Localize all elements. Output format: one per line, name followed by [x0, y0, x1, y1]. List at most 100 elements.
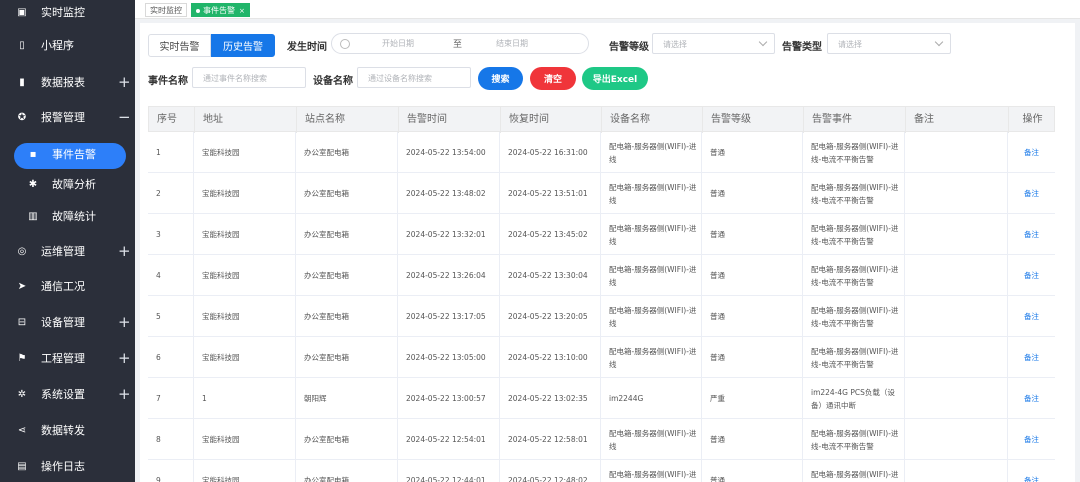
note-link[interactable]: 备注 — [1024, 269, 1039, 282]
sidebar-item-label: 设备管理 — [41, 316, 85, 329]
export-excel-button[interactable]: 导出Excel — [582, 67, 648, 90]
cell-device: 配电箱-服务器侧(WIFI)-进线 — [609, 264, 697, 287]
cell-event: 配电箱-服务器侧(WIFI)-进线-电流不平衡告警 — [811, 264, 899, 287]
sidebar-item-4[interactable]: ▪ 事件告警 — [0, 139, 135, 169]
note-link[interactable]: 备注 — [1024, 351, 1039, 364]
cell-device: 配电箱-服务器侧(WIFI)-进线 — [609, 141, 697, 164]
cell-addr: 宝能科技园 — [202, 148, 240, 157]
sidebar-item-label: 操作日志 — [41, 460, 85, 473]
sidebar-item-8[interactable]: ➤ 通信工况 — [0, 271, 135, 301]
note-link[interactable]: 备注 — [1024, 310, 1039, 323]
cell-site: 办公室配电箱 — [304, 148, 349, 157]
event-name-placeholder: 通过事件名称搜索 — [203, 74, 267, 83]
gear-icon: ✲ — [17, 388, 27, 400]
main-panel: 实时告警 历史告警 发生时间 开始日期 至 结束日期 告警等级 请选择 告警类型… — [140, 23, 1075, 482]
note-link[interactable]: 备注 — [1024, 474, 1039, 482]
table-cell: 办公室配电箱 — [296, 255, 398, 296]
table-row: 3 宝能科技园 办公室配电箱 2024-05-22 13:32:01 2024-05-2… — [148, 214, 1055, 255]
device-icon: ⊟ — [17, 316, 27, 328]
table-cell: 配电箱-服务器侧(WIFI)-进线-电流不平衡告警 — [803, 296, 905, 337]
close-icon[interactable]: × — [239, 7, 245, 15]
table-cell: 2024-05-22 12:44:01 — [398, 460, 500, 482]
table-cell: 宝能科技园 — [194, 132, 296, 173]
end-date-input[interactable]: 结束日期 — [496, 38, 528, 49]
realtime-alarm-tab[interactable]: 实时告警 — [148, 34, 211, 57]
cell-recover: 2024-05-22 12:48:02 — [508, 476, 588, 482]
table-cell: 备注 — [1008, 255, 1055, 296]
table-cell: 2024-05-22 13:17:05 — [398, 296, 500, 337]
sidebar-item-label: 小程序 — [41, 39, 74, 52]
table-cell: 办公室配电箱 — [296, 173, 398, 214]
sidebar-item-2[interactable]: ▮ 数据报表 + — [0, 67, 135, 97]
search-button[interactable]: 搜索 — [478, 67, 523, 90]
report-icon: ▮ — [19, 76, 25, 88]
sidebar-item-6[interactable]: ▥ 故障统计 — [0, 201, 135, 231]
history-alarm-tab[interactable]: 历史告警 — [211, 34, 275, 57]
note-link[interactable]: 备注 — [1024, 146, 1039, 159]
date-range-picker[interactable]: 开始日期 至 结束日期 — [331, 33, 589, 54]
sidebar-item-7[interactable]: ◎ 运维管理 + — [0, 236, 135, 266]
table-cell: im2244G — [601, 378, 702, 419]
table-cell — [905, 214, 1008, 255]
type-select[interactable]: 请选择 — [827, 33, 951, 54]
sidebar-item-12[interactable]: ⋖ 数据转发 — [0, 415, 135, 445]
expand-icon[interactable]: + — [118, 350, 131, 366]
expand-icon[interactable]: + — [118, 314, 131, 330]
sidebar-item-1[interactable]: ▯ 小程序 — [0, 30, 135, 60]
table-cell: 配电箱-服务器侧(WIFI)-进线 — [601, 296, 702, 337]
type-placeholder: 请选择 — [838, 40, 862, 49]
cell-alarm: 2024-05-22 13:17:05 — [406, 312, 486, 321]
cell-site: 办公室配电箱 — [304, 312, 349, 321]
sidebar-item-5[interactable]: ✱ 故障分析 — [0, 169, 135, 199]
table-cell: 2024-05-22 12:58:01 — [500, 419, 601, 460]
note-link[interactable]: 备注 — [1024, 392, 1039, 405]
sidebar-item-10[interactable]: ⚑ 工程管理 + — [0, 343, 135, 373]
cell-level: 普通 — [710, 230, 725, 239]
tab-realtime-monitor[interactable]: 实时监控 — [145, 3, 187, 17]
table-cell: 2024-05-22 13:02:35 — [500, 378, 601, 419]
cell-alarm: 2024-05-22 13:48:02 — [406, 189, 486, 198]
cell-addr: 宝能科技园 — [202, 271, 240, 280]
cell-addr: 宝能科技园 — [202, 312, 240, 321]
sidebar-item-11[interactable]: ✲ 系统设置 + — [0, 379, 135, 409]
log-icon: ▤ — [17, 460, 27, 472]
send-icon: ➤ — [17, 280, 27, 292]
collapse-icon[interactable]: − — [118, 109, 131, 125]
cell-no: 6 — [156, 353, 161, 362]
tab-event-alarm[interactable]: 事件告警 × — [191, 3, 250, 17]
table-cell: 2 — [148, 173, 194, 214]
note-link[interactable]: 备注 — [1024, 433, 1039, 446]
note-link[interactable]: 备注 — [1024, 228, 1039, 241]
sidebar-item-0[interactable]: ▣ 实时监控 — [0, 0, 135, 27]
table-cell: 普通 — [702, 460, 803, 482]
table-cell: 办公室配电箱 — [296, 214, 398, 255]
table-row: 7 1 朝阳辉 2024-05-22 13:00:57 2024-05-22 13:02… — [148, 378, 1055, 419]
cell-addr: 1 — [202, 394, 207, 403]
sidebar-item-label: 故障分析 — [52, 178, 96, 191]
cell-recover: 2024-05-22 13:20:05 — [508, 312, 588, 321]
cell-addr: 宝能科技园 — [202, 435, 240, 444]
expand-icon[interactable]: + — [118, 386, 131, 402]
table-cell: 备注 — [1008, 132, 1055, 173]
table-row: 2 宝能科技园 办公室配电箱 2024-05-22 13:48:02 2024-05-2… — [148, 173, 1055, 214]
expand-icon[interactable]: + — [118, 243, 131, 259]
sidebar-item-3[interactable]: ✪ 报警管理 − — [0, 102, 135, 132]
event-name-input[interactable]: 通过事件名称搜索 — [192, 67, 306, 88]
expand-icon[interactable]: + — [118, 74, 131, 90]
table-row: 8 宝能科技园 办公室配电箱 2024-05-22 12:54:01 2024-05-2… — [148, 419, 1055, 460]
table-cell: 配电箱-服务器侧(WIFI)-进线 — [601, 255, 702, 296]
note-link[interactable]: 备注 — [1024, 187, 1039, 200]
table-row: 4 宝能科技园 办公室配电箱 2024-05-22 13:26:04 2024-05-2… — [148, 255, 1055, 296]
table-cell: 配电箱-服务器侧(WIFI)-进线 — [601, 337, 702, 378]
cell-event: im224-4G PCS负载（设备）通讯中断 — [811, 387, 895, 410]
device-name-input[interactable]: 通过设备名称搜索 — [357, 67, 471, 88]
clear-button[interactable]: 清空 — [530, 67, 576, 90]
cell-event: 配电箱-服务器侧(WIFI)-进线-电流不平衡告警 — [811, 346, 899, 369]
sidebar-item-9[interactable]: ⊟ 设备管理 + — [0, 307, 135, 337]
level-select[interactable]: 请选择 — [652, 33, 775, 54]
sidebar-item-13[interactable]: ▤ 操作日志 — [0, 451, 135, 481]
cell-event: 配电箱-服务器侧(WIFI)-进线-电流不平衡告警 — [811, 182, 899, 205]
table-cell: 配电箱-服务器侧(WIFI)-进线-电流不平衡告警 — [803, 214, 905, 255]
level-placeholder: 请选择 — [663, 40, 687, 49]
start-date-input[interactable]: 开始日期 — [382, 38, 414, 49]
